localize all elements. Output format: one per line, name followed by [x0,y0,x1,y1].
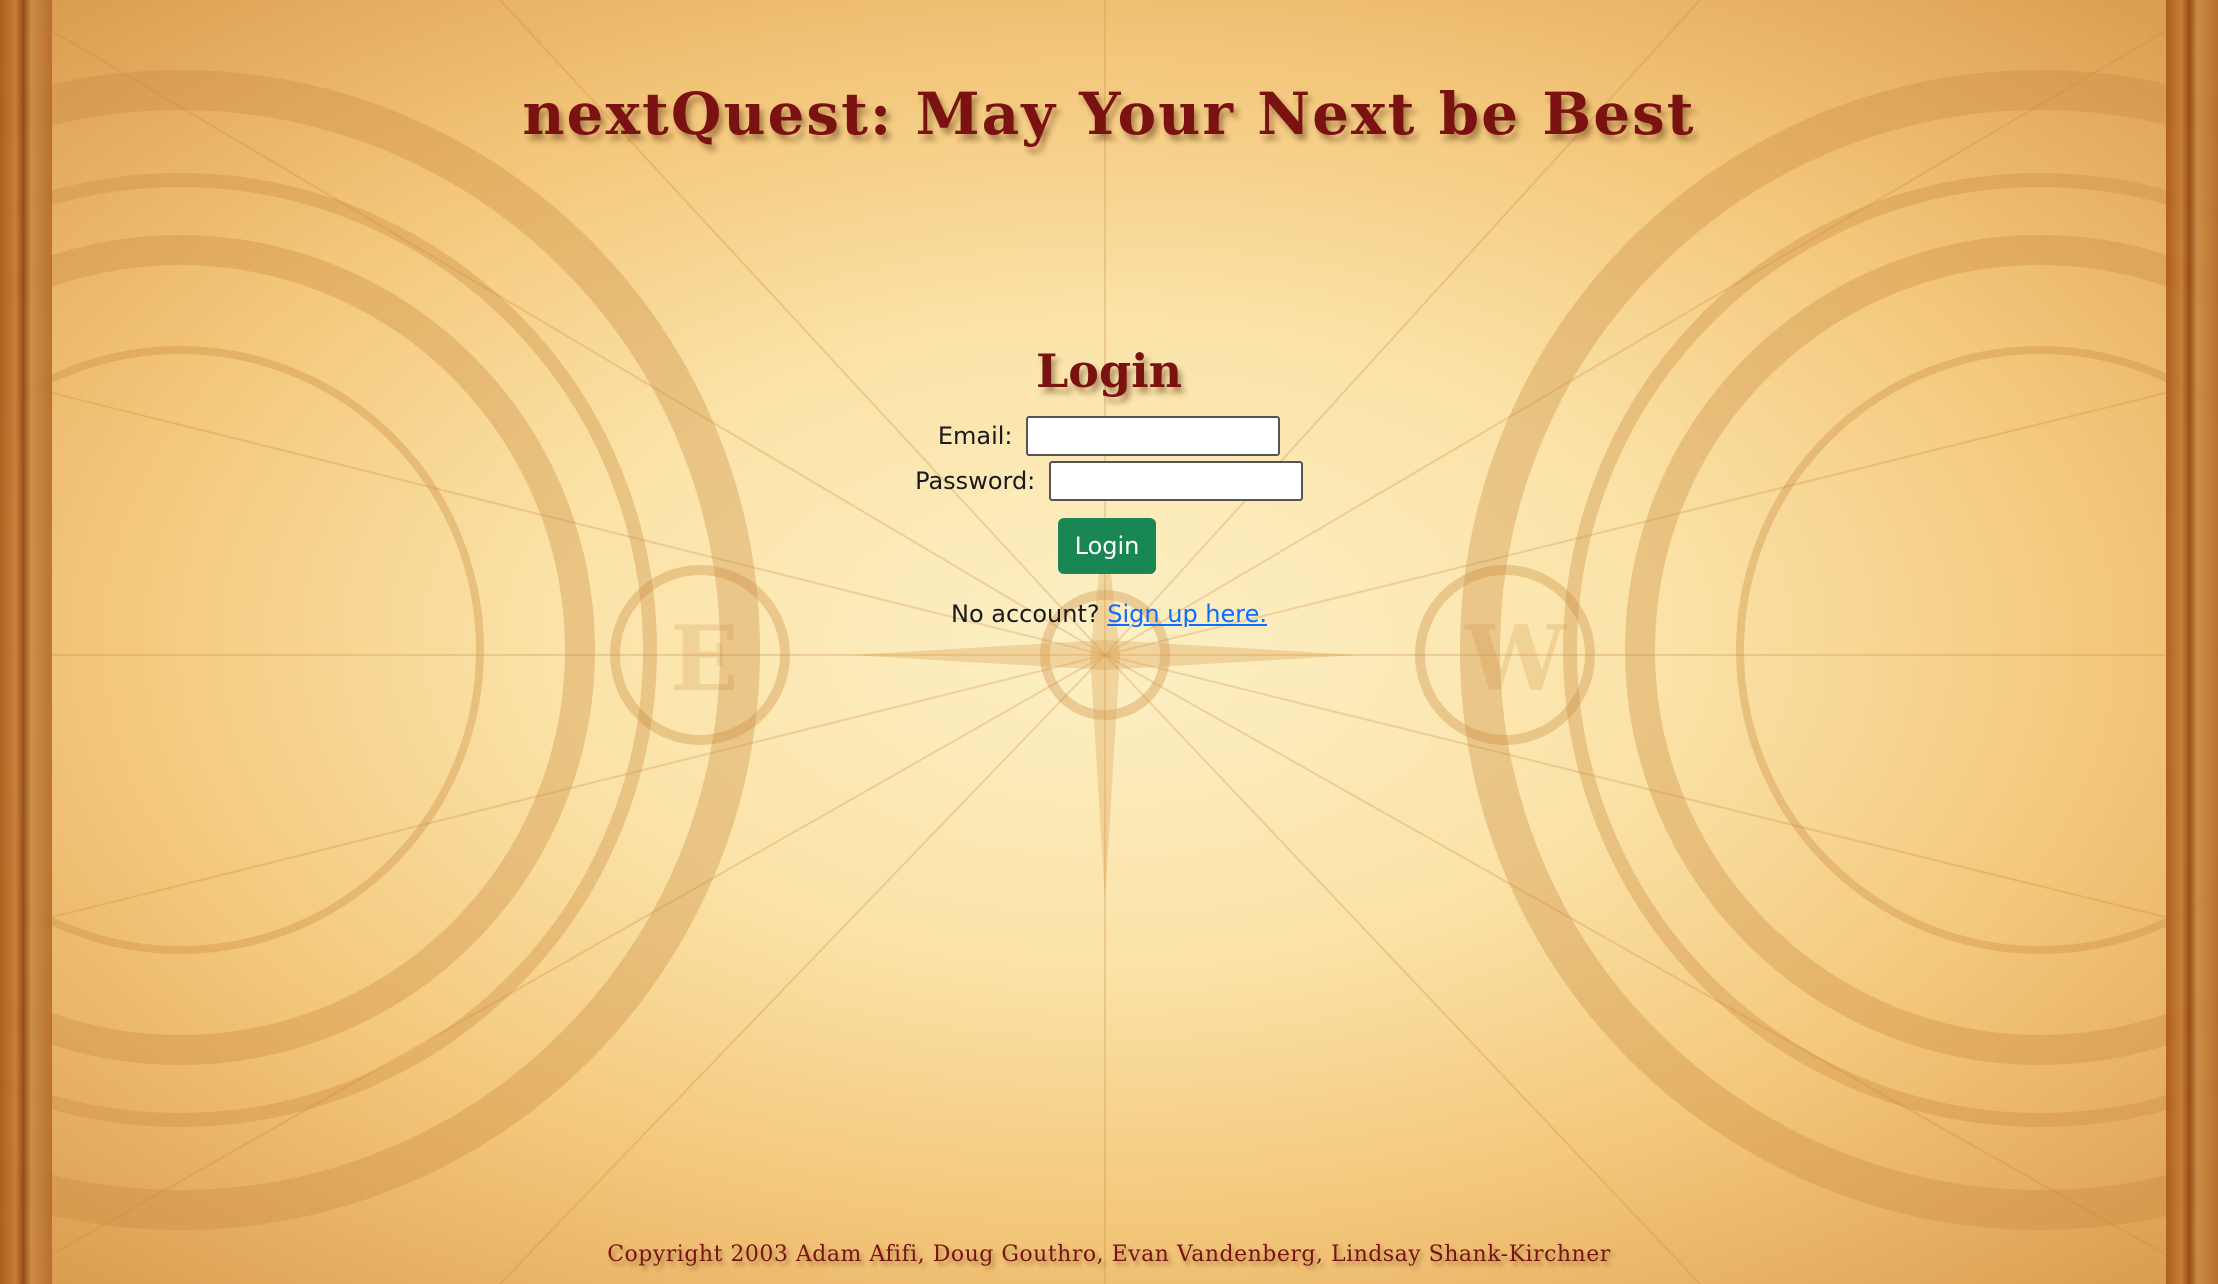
signup-link[interactable]: Sign up here. [1107,600,1267,628]
footer-copyright: Copyright 2003 Adam Afifi, Doug Gouthro,… [607,1242,1611,1267]
login-button[interactable]: Login [1058,518,1156,574]
email-row: Email: [0,416,2218,456]
email-field[interactable] [1026,416,1281,456]
password-row: Password: [0,461,2218,501]
signup-prompt-text: No account? [950,600,1100,628]
password-label: Password: [915,467,1036,495]
login-heading: Login [1035,344,1183,398]
password-field[interactable] [1048,461,1303,501]
page-content: nextQuest: May Your Next be Best Login E… [0,0,2218,1284]
signup-prompt: No account? Sign up here. [0,600,2218,628]
site-title: nextQuest: May Your Next be Best [522,80,1696,148]
email-label: Email: [937,422,1013,450]
